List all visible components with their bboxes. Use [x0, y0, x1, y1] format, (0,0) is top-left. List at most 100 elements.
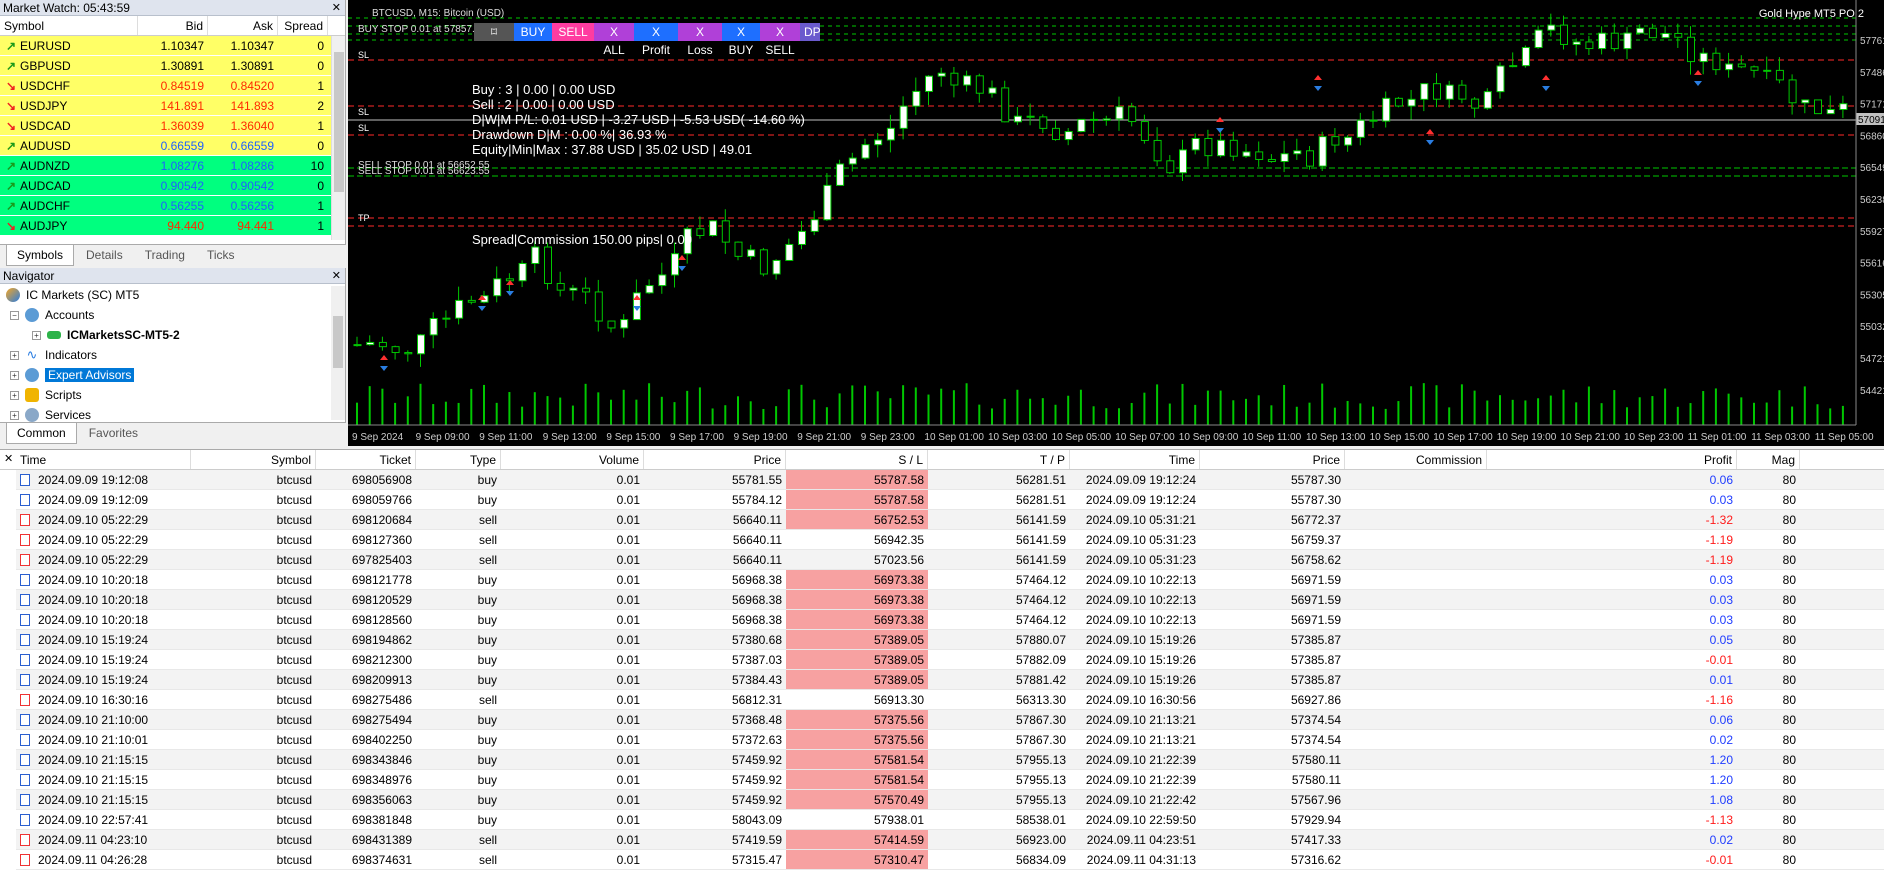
tab-ticks[interactable]: Ticks: [197, 245, 245, 266]
market-watch-row[interactable]: ↗ EURUSD 1.10347 1.10347 0: [0, 36, 345, 56]
time2-cell: 2024.09.10 05:31:21: [1085, 513, 1196, 527]
tab-trading[interactable]: Trading: [135, 245, 195, 266]
expand-icon[interactable]: +: [10, 390, 19, 400]
table-row[interactable]: 2024.09.10 16:30:16 btcusd 698275486 sell 0.…: [16, 690, 1884, 710]
close-icon[interactable]: ✕: [332, 0, 341, 16]
profit-cell: 0.03: [1709, 593, 1733, 607]
expand-icon[interactable]: +: [10, 350, 19, 360]
table-row[interactable]: 2024.09.10 21:15:15 btcusd 698343846 buy 0.0…: [16, 750, 1884, 770]
close-sell-button[interactable]: X SELL: [760, 23, 800, 57]
market-watch-row[interactable]: ↘ AUDJPY 94.440 94.441 1: [0, 216, 345, 236]
time2-cell: 2024.09.10 16:30:56: [1085, 693, 1196, 707]
candle-body: [696, 228, 705, 236]
table-row[interactable]: 2024.09.10 15:19:24 btcusd 698209913 buy 0.0…: [16, 670, 1884, 690]
candle-body: [353, 344, 362, 347]
commission-cell: [1345, 710, 1487, 729]
buy-button[interactable]: BUY: [514, 23, 552, 41]
close-all-button[interactable]: X ALL: [594, 23, 634, 57]
scrollbar-thumb[interactable]: [334, 52, 344, 192]
col-magic[interactable]: Mag: [1737, 450, 1800, 469]
nav-indicators[interactable]: + ∿ Indicators: [10, 346, 97, 364]
col-ticket[interactable]: Ticket: [316, 450, 416, 469]
nav-accounts[interactable]: − Accounts: [10, 306, 94, 324]
navigator-title: Navigator: [3, 269, 55, 283]
scrollbar-thumb[interactable]: [333, 316, 343, 368]
scrollbar[interactable]: [331, 36, 345, 240]
table-row[interactable]: 2024.09.10 05:22:29 btcusd 697825403 sell 0.…: [16, 550, 1884, 570]
nav-account-item[interactable]: + ICMarketsSC-MT5-2: [32, 326, 180, 344]
nav-services-label: Services: [45, 408, 92, 422]
close-icon[interactable]: ✕: [332, 268, 341, 284]
table-row[interactable]: 2024.09.10 15:19:24 btcusd 698194862 buy 0.0…: [16, 630, 1884, 650]
market-watch-row[interactable]: ↘ USDCAD 1.36039 1.36040 1: [0, 116, 345, 136]
col-price2[interactable]: Price: [1200, 450, 1345, 469]
tab-symbols[interactable]: Symbols: [6, 245, 75, 266]
table-row[interactable]: 2024.09.10 10:20:18 btcusd 698120529 buy 0.0…: [16, 590, 1884, 610]
col-commission[interactable]: Commission: [1345, 450, 1487, 469]
col-sl[interactable]: S / L: [786, 450, 928, 469]
col-price[interactable]: Price: [644, 450, 786, 469]
table-row[interactable]: 2024.09.11 04:23:10 btcusd 698431389 sell 0.…: [16, 830, 1884, 850]
table-row[interactable]: 2024.09.10 05:22:29 btcusd 698120684 sell 0.…: [16, 510, 1884, 530]
expand-icon[interactable]: +: [10, 370, 19, 380]
tab-common[interactable]: Common: [6, 423, 77, 444]
ticket-cell: 698356063: [351, 793, 412, 807]
market-watch-row[interactable]: ↘ USDJPY 141.891 141.893 2: [0, 96, 345, 116]
candle-body: [1229, 139, 1238, 157]
price-chart[interactable]: 57761 57486 57171 56860 56549 56238 55927 55616…: [348, 0, 1884, 446]
symbol-cell: ↗ AUDCHF: [0, 196, 138, 215]
table-row[interactable]: 2024.09.10 10:20:18 btcusd 698121778 buy 0.0…: [16, 570, 1884, 590]
crosshair-button[interactable]: ⌑: [474, 23, 514, 41]
table-row[interactable]: 2024.09.10 15:19:24 btcusd 698212300 buy 0.0…: [16, 650, 1884, 670]
market-watch-row[interactable]: ↗ GBPUSD 1.30891 1.30891 0: [0, 56, 345, 76]
col-profit[interactable]: Profit: [1487, 450, 1737, 469]
market-watch-row[interactable]: ↗ AUDCHF 0.56255 0.56256 1: [0, 196, 345, 216]
close-loss-button[interactable]: X Loss: [678, 23, 722, 57]
trade-arrow-icon: [380, 355, 388, 360]
col-bid[interactable]: Bid: [138, 16, 208, 35]
col-time[interactable]: Time: [16, 450, 191, 469]
expand-icon[interactable]: +: [32, 330, 41, 340]
table-row[interactable]: 2024.09.10 21:15:15 btcusd 698348976 buy 0.0…: [16, 770, 1884, 790]
tab-details[interactable]: Details: [76, 245, 133, 266]
table-row[interactable]: 2024.09.10 10:20:18 btcusd 698128560 buy 0.0…: [16, 610, 1884, 630]
table-row[interactable]: 2024.09.10 21:10:00 btcusd 698275494 buy 0.0…: [16, 710, 1884, 730]
table-row[interactable]: 2024.09.10 21:10:01 btcusd 698402250 buy 0.0…: [16, 730, 1884, 750]
close-buy-button[interactable]: X BUY: [722, 23, 760, 57]
col-time2[interactable]: Time: [1070, 450, 1200, 469]
col-tp[interactable]: T / P: [928, 450, 1070, 469]
expand-icon[interactable]: +: [10, 410, 19, 420]
candle-body: [1445, 84, 1454, 100]
close-profit-button[interactable]: X Profit: [634, 23, 678, 57]
col-type[interactable]: Type: [416, 450, 501, 469]
market-watch-row[interactable]: ↗ AUDUSD 0.66559 0.66559 0: [0, 136, 345, 156]
market-watch-row[interactable]: ↗ AUDNZD 1.08276 1.08286 10: [0, 156, 345, 176]
col-symbol[interactable]: Symbol: [191, 450, 316, 469]
table-row[interactable]: 2024.09.10 22:57:41 btcusd 698381848 buy 0.0…: [16, 810, 1884, 830]
col-volume[interactable]: Volume: [501, 450, 644, 469]
col-spread[interactable]: Spread: [278, 16, 328, 35]
volume-cell: 0.01: [616, 713, 640, 727]
market-watch-row[interactable]: ↗ AUDCAD 0.90542 0.90542 0: [0, 176, 345, 196]
chart-canvas[interactable]: 57761 57486 57171 56860 56549 56238 55927 55616…: [348, 0, 1884, 446]
nav-root[interactable]: IC Markets (SC) MT5: [6, 286, 139, 304]
collapse-icon[interactable]: −: [10, 310, 19, 320]
table-row[interactable]: 2024.09.09 19:12:09 btcusd 698059766 buy 0.0…: [16, 490, 1884, 510]
table-row[interactable]: 2024.09.10 05:22:29 btcusd 698127360 sell 0.…: [16, 530, 1884, 550]
tab-favorites[interactable]: Favorites: [79, 423, 148, 444]
table-row[interactable]: 2024.09.09 19:12:08 btcusd 698056908 buy 0.0…: [16, 470, 1884, 490]
scrollbar[interactable]: [331, 286, 345, 420]
col-ask[interactable]: Ask: [208, 16, 278, 35]
market-watch-row[interactable]: ↘ USDCHF 0.84519 0.84520 1: [0, 76, 345, 96]
nav-scripts[interactable]: + Scripts: [10, 386, 82, 404]
dp-button[interactable]: DP: [800, 23, 821, 41]
col-symbol[interactable]: Symbol: [0, 16, 138, 35]
candle-body: [747, 249, 756, 257]
table-row[interactable]: 2024.09.10 21:15:15 btcusd 698356063 buy 0.0…: [16, 790, 1884, 810]
sell-button[interactable]: SELL: [552, 23, 594, 41]
close-icon[interactable]: ✕: [4, 452, 13, 465]
nav-expert-advisors[interactable]: + Expert Advisors: [10, 366, 135, 384]
table-row[interactable]: 2024.09.11 04:26:28 btcusd 698374631 sell 0.…: [16, 850, 1884, 870]
sl-cell: 56973.38: [786, 610, 928, 629]
candle-body: [988, 87, 997, 94]
